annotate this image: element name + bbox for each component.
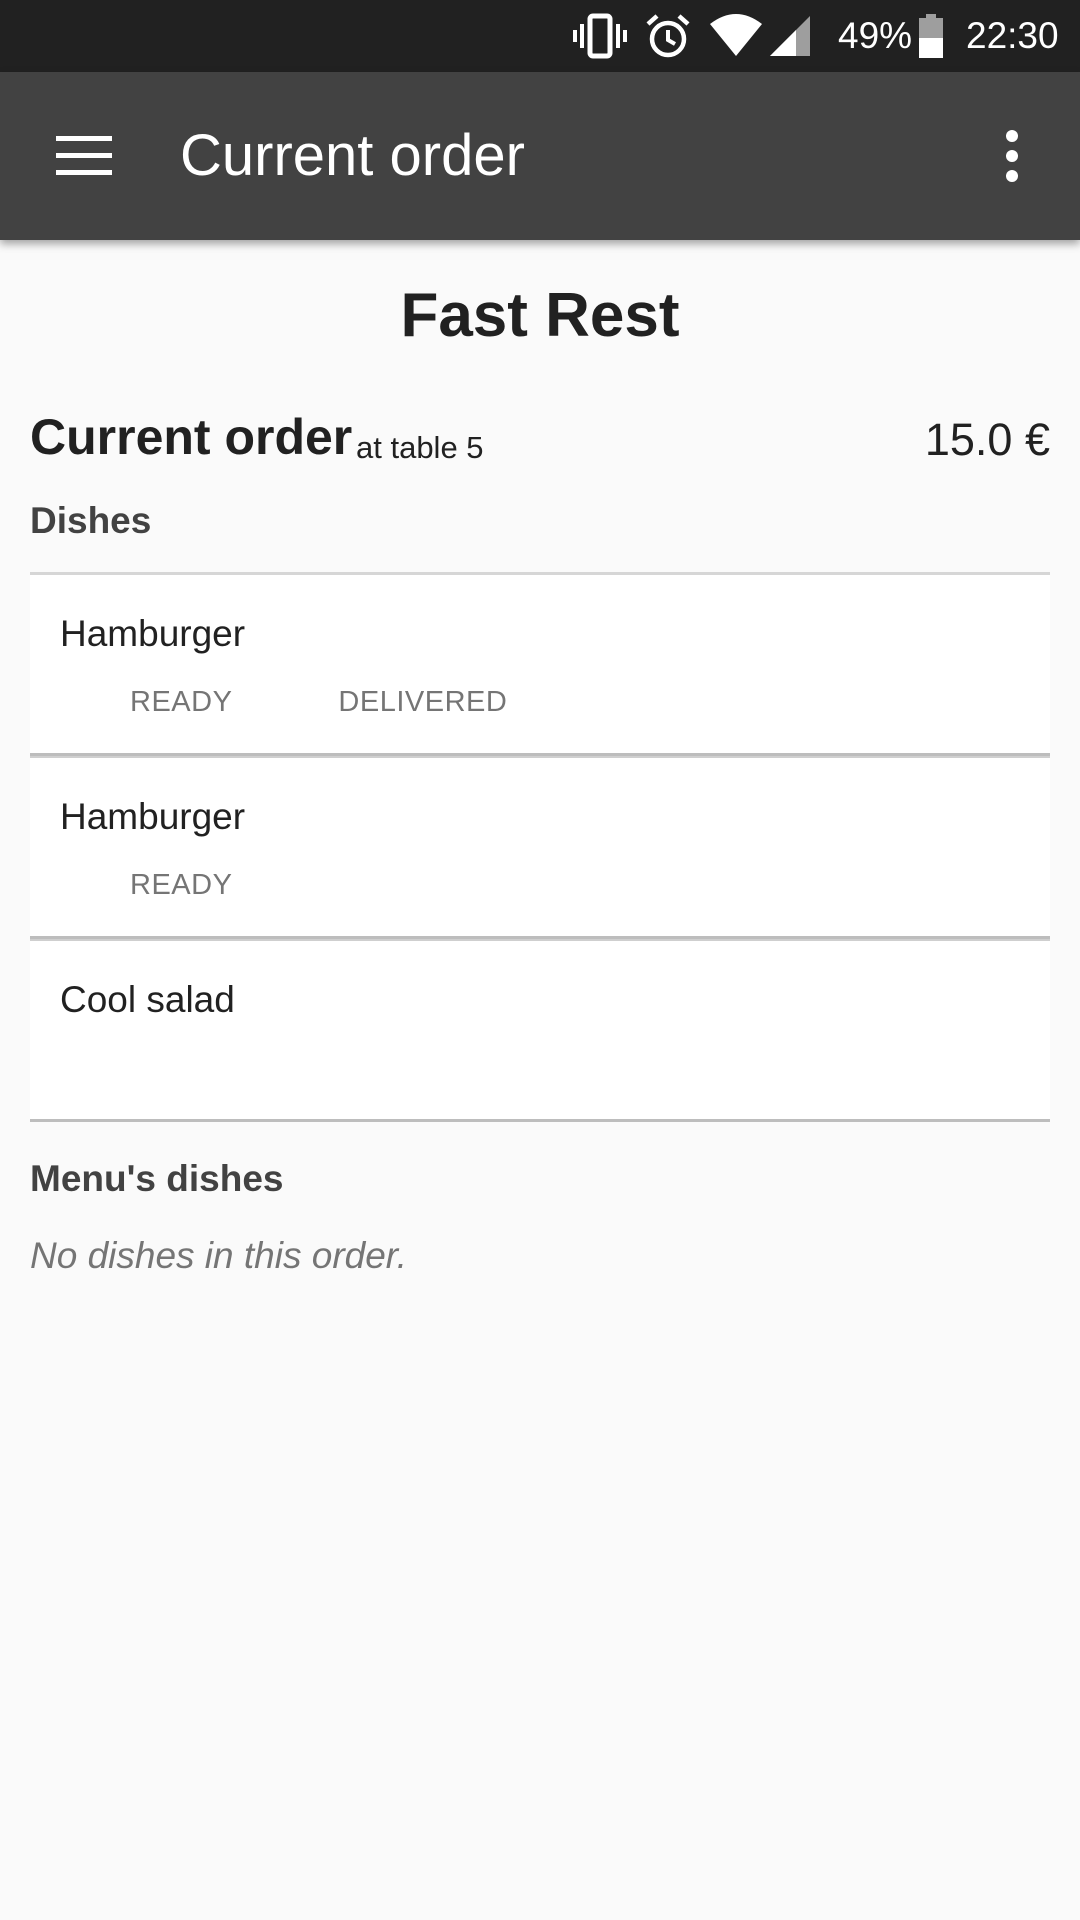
order-table: at table 5 bbox=[356, 430, 484, 465]
app-bar: Current order bbox=[0, 72, 1080, 240]
battery-percentage: 49% bbox=[838, 15, 913, 56]
status-bar: 49% 22:30 bbox=[0, 0, 1080, 72]
empty-dishes-message: No dishes in this order. bbox=[30, 1235, 408, 1276]
dishes-section-label: Dishes bbox=[30, 500, 152, 541]
ready-button[interactable]: READY bbox=[130, 866, 232, 904]
dish-name: Hamburger bbox=[60, 613, 246, 654]
navigation-menu-button[interactable] bbox=[36, 108, 132, 204]
clock: 22:30 bbox=[966, 15, 1059, 56]
app-bar-title: Current order bbox=[180, 123, 525, 188]
wifi-icon bbox=[708, 12, 764, 60]
battery-icon bbox=[918, 12, 944, 60]
dish-name: Cool salad bbox=[60, 979, 235, 1020]
order-header: Current order at table 5 15.0 € bbox=[30, 404, 1050, 474]
dish-name: Hamburger bbox=[60, 796, 246, 837]
vibrate-icon bbox=[572, 12, 628, 60]
dish-item[interactable]: Cool salad bbox=[30, 939, 1050, 1122]
ready-button[interactable]: READY bbox=[130, 683, 232, 721]
dish-actions: READY DELIVERED bbox=[130, 683, 613, 723]
dish-item[interactable]: Hamburger READY DELIVERED bbox=[30, 572, 1050, 756]
dish-list: Hamburger READY DELIVERED Hamburger READY… bbox=[30, 572, 1050, 1122]
order-title: Current order bbox=[30, 409, 353, 465]
hamburger-menu-icon bbox=[56, 136, 112, 175]
dish-actions: READY bbox=[130, 866, 338, 906]
more-vert-icon bbox=[1006, 130, 1018, 182]
delivered-button[interactable]: DELIVERED bbox=[338, 683, 507, 721]
menu-dishes-section-label: Menu's dishes bbox=[30, 1158, 284, 1199]
signal-icon bbox=[768, 12, 812, 60]
restaurant-name: Fast Rest bbox=[400, 281, 680, 350]
order-total: 15.0 € bbox=[924, 414, 1050, 465]
alarm-icon bbox=[644, 12, 692, 60]
overflow-menu-button[interactable] bbox=[976, 108, 1048, 204]
dish-item[interactable]: Hamburger READY bbox=[30, 756, 1050, 939]
